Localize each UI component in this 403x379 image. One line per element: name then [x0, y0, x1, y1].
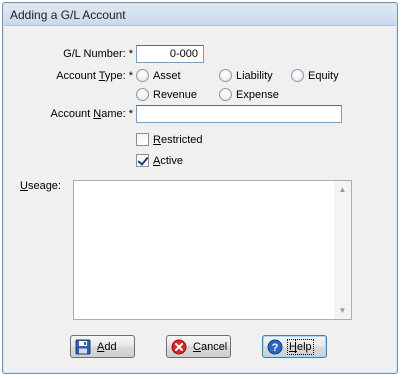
scroll-up-arrow-icon[interactable]: ▲ [334, 181, 351, 198]
add-button[interactable]: Add [70, 335, 135, 358]
active-checkbox-box[interactable] [136, 154, 149, 167]
radio-expense[interactable]: Expense [219, 88, 279, 101]
svg-text:?: ? [272, 342, 279, 354]
account-name-label: Account Name: * [50, 108, 133, 120]
cancel-button-label: Cancel [193, 340, 228, 353]
save-disk-icon [75, 339, 91, 354]
radio-revenue-label: Revenue [153, 88, 198, 101]
radio-liability[interactable]: Liability [219, 69, 273, 82]
help-button[interactable]: ? Help [262, 335, 327, 358]
radio-equity-label: Equity [308, 69, 339, 82]
dialog-title: Adding a G/L Account [4, 4, 396, 26]
radio-expense-button[interactable] [219, 88, 232, 101]
gl-number-field[interactable]: 0-000 [136, 45, 204, 63]
radio-expense-label: Expense [236, 88, 279, 101]
active-checkbox-label: Active [153, 154, 183, 167]
gl-number-label: G/L Number: * [63, 48, 133, 60]
scroll-down-arrow-icon[interactable]: ▼ [334, 302, 351, 319]
restricted-checkbox[interactable]: Restricted [136, 133, 203, 146]
account-type-label: Account Type: * [56, 70, 133, 82]
radio-liability-button[interactable] [219, 69, 232, 82]
useage-label: Useage: [20, 180, 61, 192]
dialog-window: Adding a G/L Account G/L Number: * 0-000 … [2, 2, 398, 374]
radio-asset-button[interactable] [136, 69, 149, 82]
help-question-icon: ? [267, 339, 283, 354]
radio-asset[interactable]: Asset [136, 69, 181, 82]
gl-number-value: 0-000 [169, 48, 198, 60]
restricted-checkbox-label: Restricted [153, 133, 203, 146]
radio-liability-label: Liability [236, 69, 273, 82]
radio-equity[interactable]: Equity [291, 69, 339, 82]
radio-asset-label: Asset [153, 69, 181, 82]
account-name-field[interactable] [136, 105, 342, 123]
radio-equity-button[interactable] [291, 69, 304, 82]
useage-scrollbar[interactable]: ▲ ▼ [334, 181, 351, 319]
active-checkbox[interactable]: Active [136, 154, 183, 167]
help-button-label: Help [287, 338, 314, 355]
cancel-x-icon [171, 339, 187, 354]
add-button-label: Add [97, 340, 117, 353]
restricted-checkbox-box[interactable] [136, 133, 149, 146]
radio-revenue[interactable]: Revenue [136, 88, 197, 101]
cancel-button[interactable]: Cancel [166, 335, 231, 358]
useage-textarea[interactable]: ▲ ▼ [73, 180, 352, 320]
radio-revenue-button[interactable] [136, 88, 149, 101]
